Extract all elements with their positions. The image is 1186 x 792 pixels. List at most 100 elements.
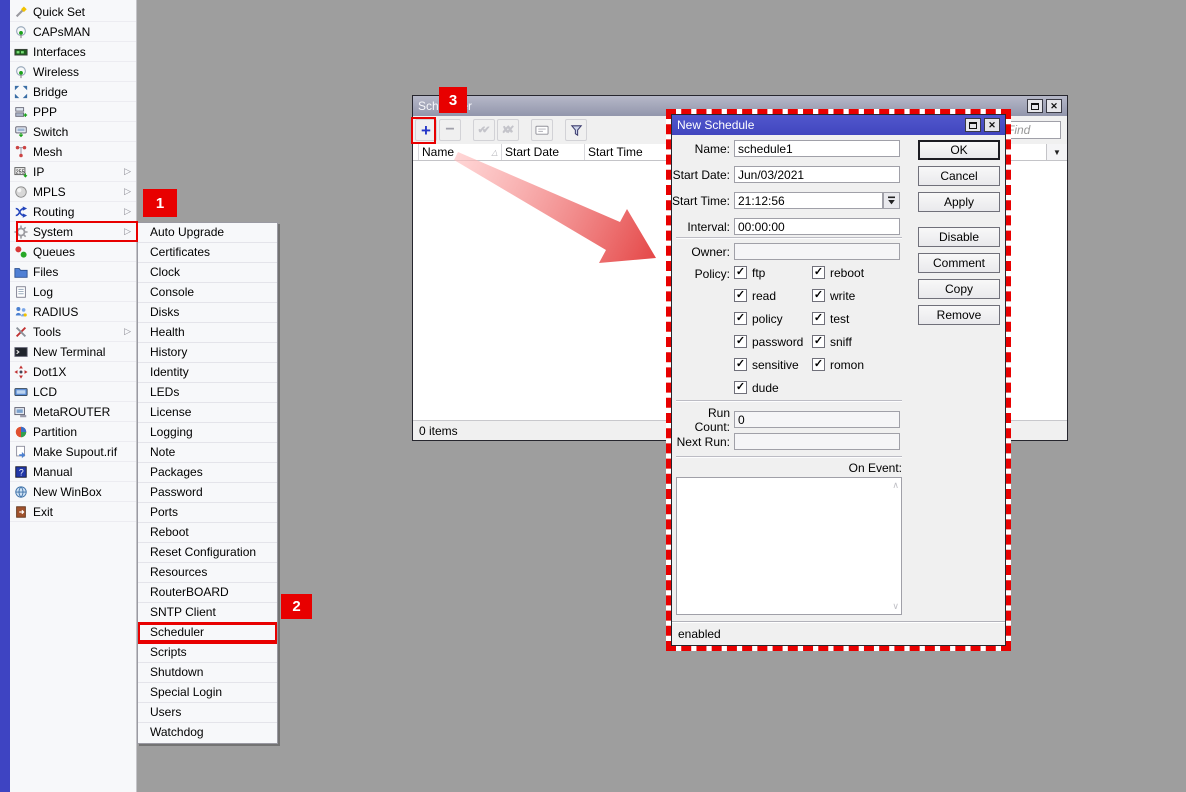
remove-button[interactable]: − [439, 119, 461, 141]
apply-button[interactable]: Apply [918, 192, 1000, 212]
submenu-item-scheduler[interactable]: Scheduler [138, 623, 277, 643]
policy-option-write[interactable]: ✓write [812, 288, 864, 303]
sidebar-item-interfaces[interactable]: Interfaces [10, 42, 136, 62]
checkbox-reboot[interactable]: ✓ [812, 266, 825, 279]
submenu-item-health[interactable]: Health [138, 323, 277, 343]
scroll-up-icon[interactable]: ∧ [892, 481, 899, 490]
sidebar-item-partition[interactable]: Partition [10, 422, 136, 442]
run-count-input[interactable] [734, 411, 900, 428]
submenu-item-watchdog[interactable]: Watchdog [138, 723, 277, 743]
sidebar-item-tools[interactable]: Tools ▷ [10, 322, 136, 342]
disable-button[interactable]: ✘✘ [497, 119, 519, 141]
copy-button[interactable]: Copy [918, 279, 1000, 299]
next-run-input[interactable] [734, 433, 900, 450]
submenu-item-identity[interactable]: Identity [138, 363, 277, 383]
submenu-item-history[interactable]: History [138, 343, 277, 363]
cancel-button[interactable]: Cancel [918, 166, 1000, 186]
submenu-item-console[interactable]: Console [138, 283, 277, 303]
sidebar-item-manual[interactable]: ? Manual [10, 462, 136, 482]
checkbox-write[interactable]: ✓ [812, 289, 825, 302]
submenu-item-clock[interactable]: Clock [138, 263, 277, 283]
sidebar-item-ppp[interactable]: PPP [10, 102, 136, 122]
enable-button[interactable]: ✔✔ [473, 119, 495, 141]
policy-option-test[interactable]: ✓test [812, 311, 864, 326]
sidebar-item-quick-set[interactable]: Quick Set [10, 2, 136, 22]
checkbox-romon[interactable]: ✓ [812, 358, 825, 371]
sidebar-item-system[interactable]: System ▷ [10, 222, 136, 242]
checkbox-sensitive[interactable]: ✓ [734, 358, 747, 371]
submenu-item-password[interactable]: Password [138, 483, 277, 503]
policy-option-dude[interactable]: ✓dude [734, 380, 803, 395]
submenu-item-special-login[interactable]: Special Login [138, 683, 277, 703]
checkbox-policy[interactable]: ✓ [734, 312, 747, 325]
column-select-dropdown[interactable]: ▼ [1046, 144, 1067, 160]
sidebar-item-queues[interactable]: Queues [10, 242, 136, 262]
add-button[interactable]: + [415, 119, 437, 141]
checkbox-password[interactable]: ✓ [734, 335, 747, 348]
submenu-item-license[interactable]: License [138, 403, 277, 423]
checkbox-read[interactable]: ✓ [734, 289, 747, 302]
submenu-item-reset-configuration[interactable]: Reset Configuration [138, 543, 277, 563]
remove-button[interactable]: Remove [918, 305, 1000, 325]
owner-input[interactable] [734, 243, 900, 260]
sidebar-item-metarouter[interactable]: MetaROUTER [10, 402, 136, 422]
sidebar-item-dot1x[interactable]: Dot1X [10, 362, 136, 382]
sidebar-item-exit[interactable]: Exit [10, 502, 136, 522]
find-input[interactable] [1003, 121, 1061, 139]
sidebar-item-files[interactable]: Files [10, 262, 136, 282]
submenu-item-certificates[interactable]: Certificates [138, 243, 277, 263]
sidebar-item-bridge[interactable]: Bridge [10, 82, 136, 102]
submenu-item-reboot[interactable]: Reboot [138, 523, 277, 543]
policy-option-sniff[interactable]: ✓sniff [812, 334, 864, 349]
policy-option-policy[interactable]: ✓policy [734, 311, 803, 326]
submenu-item-routerboard[interactable]: RouterBOARD [138, 583, 277, 603]
sidebar-item-log[interactable]: Log [10, 282, 136, 302]
policy-option-sensitive[interactable]: ✓sensitive [734, 357, 803, 372]
sidebar-item-make-supout[interactable]: Make Supout.rif [10, 442, 136, 462]
time-picker-dropdown[interactable] [883, 192, 900, 209]
sidebar-item-routing[interactable]: Routing ▷ [10, 202, 136, 222]
comment-button[interactable] [531, 119, 553, 141]
submenu-item-note[interactable]: Note [138, 443, 277, 463]
column-header-start-time[interactable]: Start Time [585, 144, 668, 160]
submenu-item-sntp-client[interactable]: SNTP Client [138, 603, 277, 623]
submenu-item-disks[interactable]: Disks [138, 303, 277, 323]
submenu-item-ports[interactable]: Ports [138, 503, 277, 523]
checkbox-ftp[interactable]: ✓ [734, 266, 747, 279]
sidebar-item-wireless[interactable]: Wireless [10, 62, 136, 82]
sidebar-item-switch[interactable]: Switch [10, 122, 136, 142]
sidebar-item-new-winbox[interactable]: New WinBox [10, 482, 136, 502]
submenu-item-packages[interactable]: Packages [138, 463, 277, 483]
policy-option-ftp[interactable]: ✓ftp [734, 265, 803, 280]
ok-button[interactable]: OK [918, 140, 1000, 160]
sidebar-item-new-terminal[interactable]: New Terminal [10, 342, 136, 362]
comment-button[interactable]: Comment [918, 253, 1000, 273]
checkbox-dude[interactable]: ✓ [734, 381, 747, 394]
submenu-item-auto-upgrade[interactable]: Auto Upgrade [138, 223, 277, 243]
column-header-start-date[interactable]: Start Date [502, 144, 585, 160]
submenu-item-resources[interactable]: Resources [138, 563, 277, 583]
submenu-item-shutdown[interactable]: Shutdown [138, 663, 277, 683]
maximize-icon[interactable] [1027, 99, 1043, 113]
close-icon[interactable]: ✕ [984, 118, 1000, 132]
policy-option-reboot[interactable]: ✓reboot [812, 265, 864, 280]
start-time-input[interactable] [734, 192, 883, 209]
policy-option-password[interactable]: ✓password [734, 334, 803, 349]
scroll-down-icon[interactable]: ∨ [892, 602, 899, 611]
name-input[interactable] [734, 140, 900, 157]
policy-option-romon[interactable]: ✓romon [812, 357, 864, 372]
sidebar-item-capsman[interactable]: CAPsMAN [10, 22, 136, 42]
checkbox-sniff[interactable]: ✓ [812, 335, 825, 348]
disable-button[interactable]: Disable [918, 227, 1000, 247]
sidebar-item-ip[interactable]: 255 IP ▷ [10, 162, 136, 182]
sidebar-item-mesh[interactable]: Mesh [10, 142, 136, 162]
policy-option-read[interactable]: ✓read [734, 288, 803, 303]
start-date-input[interactable] [734, 166, 900, 183]
close-icon[interactable]: ✕ [1046, 99, 1062, 113]
interval-input[interactable] [734, 218, 900, 235]
sidebar-item-lcd[interactable]: LCD [10, 382, 136, 402]
submenu-item-logging[interactable]: Logging [138, 423, 277, 443]
submenu-item-leds[interactable]: LEDs [138, 383, 277, 403]
submenu-item-users[interactable]: Users [138, 703, 277, 723]
sidebar-item-radius[interactable]: RADIUS [10, 302, 136, 322]
